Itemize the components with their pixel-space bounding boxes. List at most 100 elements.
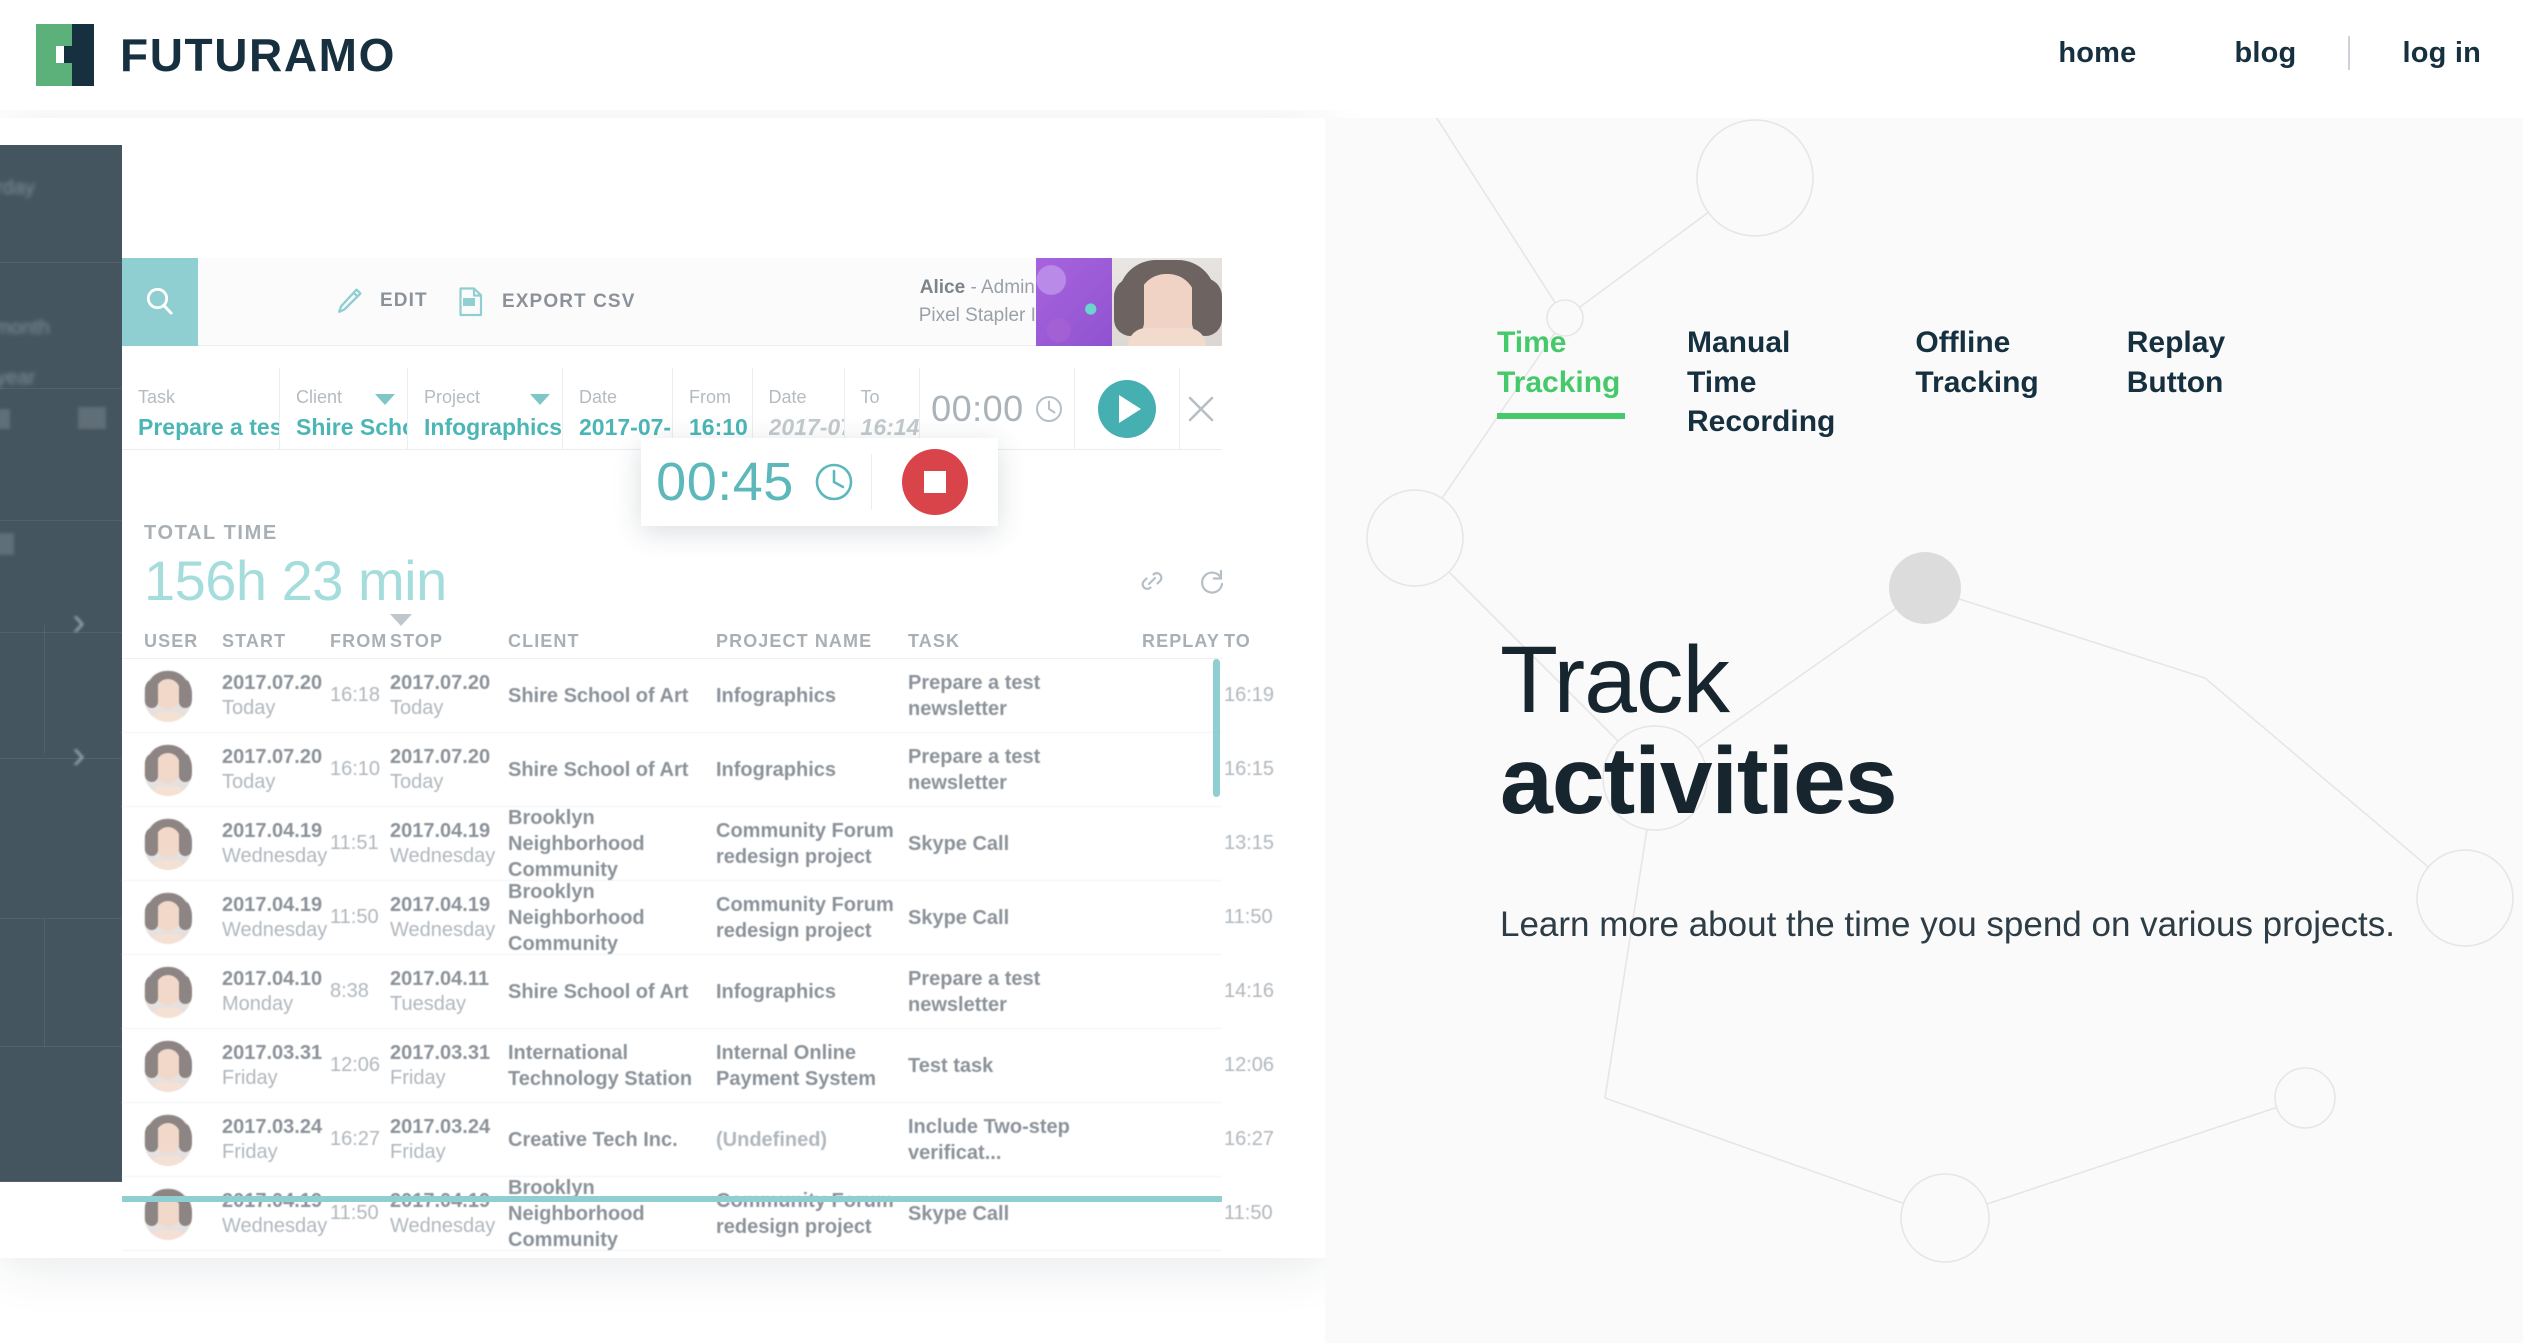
start-timer-button-cell [1075, 368, 1180, 449]
chevron-down-icon-client[interactable] [375, 394, 395, 405]
headline-bold: activities [1500, 727, 1898, 834]
cancel-entry-button[interactable] [1180, 368, 1222, 449]
avatar[interactable] [1112, 258, 1222, 346]
table-row[interactable]: 2017.04.10 Monday 8:38 2017.04.11 Tuesday … [122, 955, 1274, 1029]
export-csv-button[interactable]: EXPORT CSV [456, 286, 635, 318]
row-from-time: 11:50 [330, 1202, 379, 1224]
table-row[interactable]: 2017.07.20 Today 16:10 2017.07.20 Today Sh… [122, 733, 1274, 807]
row-from-time: 16:18 [330, 684, 381, 706]
client-field[interactable]: Client Shire School of Ar [280, 368, 408, 449]
end-date-value: 2017-07-20 [768, 415, 844, 441]
edit-label: EDIT [380, 290, 428, 311]
start-timer-button[interactable] [1098, 379, 1157, 438]
row-to-time: 11:50 [1224, 906, 1273, 928]
row-avatar [144, 965, 192, 1018]
table-row[interactable]: 2017.07.20 Today 16:18 2017.07.20 Today Sh… [122, 659, 1274, 733]
nav-link-home[interactable]: home [2058, 37, 2136, 70]
row-to-time: 11:50 [1224, 1202, 1273, 1224]
sort-arrow-icon[interactable] [390, 614, 412, 626]
export-csv-label: EXPORT CSV [502, 291, 636, 312]
logo-navy-mid [64, 46, 94, 63]
tab-time-tracking-wrap: Time Tracking [1497, 323, 1625, 420]
nav-link-blog[interactable]: blog [2234, 37, 2296, 70]
table-row[interactable]: 2017.03.31 Friday 12:06 2017.03.31 Friday … [122, 1029, 1274, 1103]
column-header-replay: REPLAY [1142, 631, 1220, 651]
row-avatar [144, 1039, 192, 1092]
logo-navy-bottom [72, 63, 94, 86]
end-date-label: Date [768, 387, 807, 408]
row-stop-day: Wednesday [390, 844, 496, 867]
project-field-value: Infographics [424, 415, 563, 441]
column-header-project: PROJECT NAME [716, 631, 873, 651]
workspace-tile[interactable] [1036, 258, 1112, 346]
row-project: (Undefined) [716, 1128, 828, 1151]
total-time-value: 156h 23 min [144, 549, 447, 612]
running-timer-popup: 00:45 [641, 438, 998, 526]
row-client: Brooklyn Neighborhood Community [508, 806, 645, 881]
total-time-block: TOTAL TIME 156h 23 min [144, 522, 447, 609]
tab-offline-tracking[interactable]: Offline Tracking [1915, 323, 2038, 402]
stop-timer-button[interactable] [902, 449, 968, 515]
row-stop-date: 2017.03.24 [390, 1115, 491, 1138]
row-client: International Technology Station [508, 1041, 693, 1090]
row-project: Community Forum redesign project [716, 819, 894, 868]
row-client: Shire School of Art [508, 758, 689, 781]
row-avatar [144, 669, 192, 722]
task-field[interactable]: Task Prepare a test ne [122, 368, 280, 449]
row-start-date: 2017.03.24 [222, 1115, 323, 1138]
row-start-day: Friday [222, 1140, 278, 1163]
row-client: Brooklyn Neighborhood Community [508, 1176, 645, 1251]
row-to-time: 16:15 [1224, 758, 1275, 780]
chevron-down-icon-project[interactable] [530, 394, 551, 405]
nav-link-login[interactable]: log in [2402, 37, 2481, 70]
row-task: Skype Call [908, 906, 1010, 929]
edit-button[interactable]: EDIT [334, 286, 428, 316]
landing-page: FUTURAMO home blog log in esterday ast m… [0, 0, 2523, 1343]
project-field[interactable]: Project Infographics [408, 368, 564, 449]
row-start-date: 2017.04.19 [222, 893, 323, 916]
row-from-time: 11:50 [330, 906, 379, 928]
row-task: Prepare a test newsletter [908, 967, 1041, 1016]
stop-timer-cell [872, 449, 998, 515]
row-stop-day: Tuesday [390, 992, 466, 1015]
rail-label-last-year: ast year [0, 367, 36, 389]
column-header-task: TASK [908, 631, 961, 651]
row-task: Skype Call [908, 1202, 1010, 1225]
rail-chevron-right-icon-2[interactable]: › [72, 733, 85, 778]
app-bottom-accent-bar [122, 1196, 1222, 1202]
end-date-field[interactable]: Date 2017-07-20 [753, 368, 845, 449]
row-task: Prepare a test newsletter [908, 745, 1041, 794]
table-row[interactable]: 2017.04.19Wednesday 11:50 2017.04.19Wedn… [122, 881, 1273, 955]
rail-chip-a [0, 409, 10, 429]
table-row[interactable]: 2017.04.19 Wednesday 11:51 2017.04.19 Wedn… [122, 806, 1274, 881]
row-task: Test task [908, 1054, 994, 1077]
app-sidebar-rail: esterday ast month ast year › › [0, 145, 122, 1182]
row-avatar [144, 1113, 192, 1166]
table-row[interactable]: 2017.03.24 Friday 16:27 2017.03.24 Friday … [122, 1103, 1274, 1177]
tab-replay-button[interactable]: Replay Button [2127, 323, 2225, 402]
row-stop-day: Wednesday [390, 1214, 496, 1237]
rail-chevron-right-icon-1[interactable]: › [72, 600, 85, 645]
tab-manual-time-recording[interactable]: Manual Time Recording [1687, 323, 1835, 442]
time-entries-table: 2017.07.20 Today 16:18 2017.07.20 Today Sh… [122, 659, 1274, 1251]
pencil-icon [338, 288, 362, 313]
from-time-field[interactable]: From 16:10 [673, 368, 753, 449]
brand-logo[interactable]: FUTURAMO [36, 24, 396, 86]
search-button[interactable] [122, 258, 198, 346]
refresh-icon[interactable] [1197, 566, 1227, 596]
link-icon[interactable] [1137, 566, 1167, 596]
to-time-field[interactable]: To 16:14 [845, 368, 921, 449]
row-stop-day: Wednesday [390, 918, 496, 941]
table-header-row: USER START FROM STOP CLIENT PROJECT NAME… [122, 614, 1250, 659]
row-from-time: 16:27 [330, 1128, 381, 1150]
to-time-label: To [860, 387, 880, 408]
table-row[interactable]: 2017.04.19Wednesday 11:50 2017.04.19Wedn… [122, 1176, 1273, 1251]
rail-chip-b [0, 533, 14, 555]
table-scrollbar[interactable] [1213, 659, 1220, 797]
csv-file-icon [459, 287, 483, 317]
tab-time-tracking[interactable]: Time Tracking [1497, 323, 1625, 402]
row-from-time: 11:51 [330, 832, 379, 854]
column-header-start[interactable]: START [222, 631, 286, 652]
entry-timer-value: 00:00 [931, 387, 1024, 429]
start-date-field[interactable]: Date 2017-07-20 [563, 368, 674, 449]
